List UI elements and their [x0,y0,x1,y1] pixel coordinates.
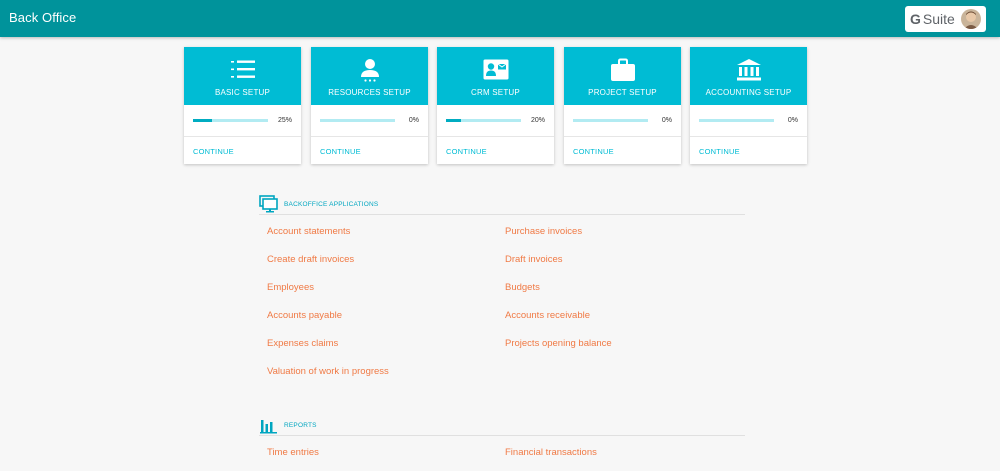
link-account-statements[interactable]: Account statements [267,226,350,237]
continue-button[interactable]: CONTINUE [446,147,487,156]
card-title: CRM SETUP [471,88,520,97]
briefcase-icon [611,58,635,81]
card-header[interactable]: RESOURCES SETUP [311,47,428,105]
link-budgets[interactable]: Budgets [505,282,540,293]
section-header: REPORTS [259,414,745,436]
reports-section: REPORTS Time entries Financial transacti… [259,414,745,458]
card-title: BASIC SETUP [214,88,271,97]
link-employees[interactable]: Employees [267,282,314,293]
card-title: ACCOUNTING SETUP [705,88,792,97]
card-resources-setup: RESOURCES SETUP 0% CONTINUE [311,47,428,164]
app-title[interactable]: Back Office [9,10,76,25]
progress-bar [573,119,648,122]
progress-fill [193,119,212,122]
list-icon [231,60,255,78]
gsuite-logo-g: G [910,11,921,27]
gsuite-account-button[interactable]: G Suite [905,6,986,32]
continue-button[interactable]: CONTINUE [573,147,614,156]
card-divider [690,136,807,137]
top-bar: Back Office G Suite [0,0,1000,37]
progress-percent: 0% [408,117,419,124]
continue-button[interactable]: CONTINUE [320,147,361,156]
progress-fill [446,119,461,122]
contact-card-icon [483,59,509,80]
link-purchase-invoices[interactable]: Purchase invoices [505,226,582,237]
backoffice-applications-section: BACKOFFICE APPLICATIONS Account statemen… [259,193,745,377]
progress-percent: 25% [277,117,292,124]
link-draft-invoices[interactable]: Draft invoices [505,254,563,265]
section-title: BACKOFFICE APPLICATIONS [284,201,379,208]
card-divider [437,136,554,137]
section-header: BACKOFFICE APPLICATIONS [259,193,745,215]
card-header[interactable]: PROJECT SETUP [564,47,681,105]
section-title: REPORTS [284,422,317,429]
progress-percent: 0% [661,117,672,124]
card-divider [564,136,681,137]
card-crm-setup: CRM SETUP 20% CONTINUE [437,47,554,164]
link-financial-transactions[interactable]: Financial transactions [505,447,597,458]
card-title: PROJECT SETUP [588,88,657,97]
link-time-entries[interactable]: Time entries [267,447,319,458]
card-project-setup: PROJECT SETUP 0% CONTINUE [564,47,681,164]
progress-percent: 20% [530,117,545,124]
progress-percent: 0% [787,117,798,124]
link-projects-opening-balance[interactable]: Projects opening balance [505,338,612,349]
continue-button[interactable]: CONTINUE [193,147,234,156]
progress-bar [320,119,395,122]
bar-chart-icon [260,420,277,434]
card-title: RESOURCES SETUP [328,88,411,97]
person-icon [361,59,379,82]
card-divider [311,136,428,137]
progress-bar [699,119,774,122]
link-valuation-wip[interactable]: Valuation of work in progress [267,366,389,377]
gsuite-logo-text: Suite [922,11,955,27]
link-create-draft-invoices[interactable]: Create draft invoices [267,254,354,265]
monitor-icon [259,195,278,213]
card-header[interactable]: BASIC SETUP [184,47,301,105]
card-accounting-setup: ACCOUNTING SETUP 0% CONTINUE [690,47,807,164]
link-accounts-receivable[interactable]: Accounts receivable [505,310,590,321]
bank-icon [737,59,761,81]
card-divider [184,136,301,137]
avatar[interactable] [961,9,981,29]
continue-button[interactable]: CONTINUE [699,147,740,156]
card-basic-setup: BASIC SETUP 25% CONTINUE [184,47,301,164]
card-header[interactable]: CRM SETUP [437,47,554,105]
link-accounts-payable[interactable]: Accounts payable [267,310,342,321]
progress-bar [193,119,268,122]
progress-bar [446,119,521,122]
link-expenses-claims[interactable]: Expenses claims [267,338,338,349]
card-header[interactable]: ACCOUNTING SETUP [690,47,807,105]
